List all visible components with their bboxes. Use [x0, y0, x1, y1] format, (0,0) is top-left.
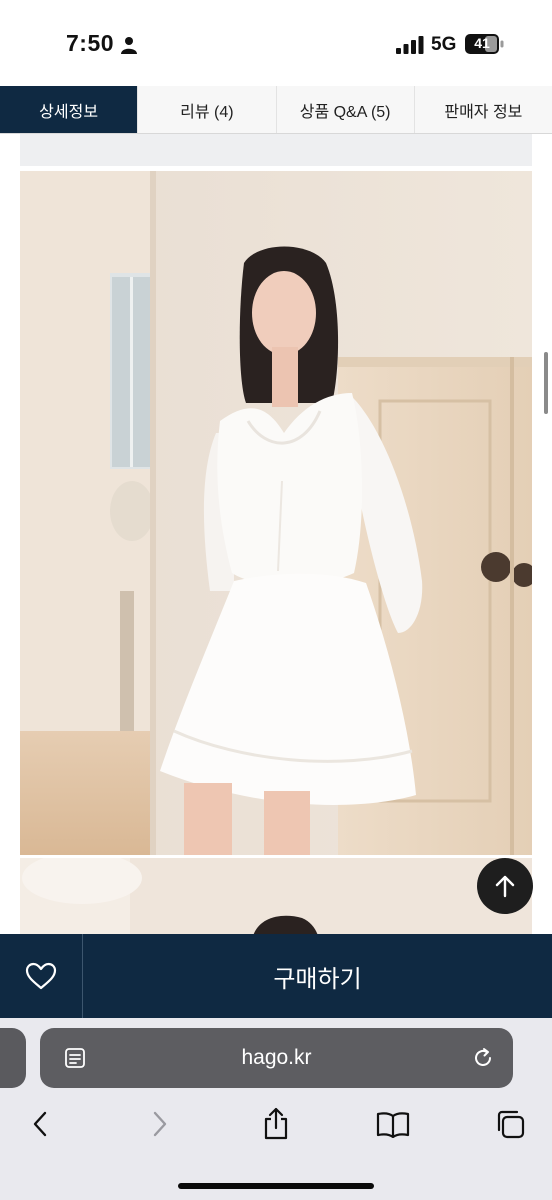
person-icon — [121, 37, 137, 54]
status-time: 7:50 — [66, 30, 115, 56]
previous-image-edge — [20, 134, 532, 166]
bookmarks-button[interactable] — [373, 1104, 413, 1144]
signal-icon — [396, 36, 424, 54]
tabs-icon — [497, 1110, 525, 1139]
forward-button[interactable] — [140, 1104, 180, 1144]
reload-icon[interactable] — [471, 1046, 495, 1070]
tab-product-qa[interactable]: 상품 Q&A (5) — [276, 86, 415, 133]
purchase-bar: 구매하기 — [0, 934, 552, 1018]
forward-icon — [153, 1111, 167, 1137]
home-indicator — [178, 1183, 374, 1189]
share-button[interactable] — [256, 1104, 296, 1144]
tab-reviews[interactable]: 리뷰 (4) — [138, 86, 277, 133]
tab-detail-info[interactable]: 상세정보 — [0, 86, 139, 133]
battery-level: 41 — [474, 35, 490, 51]
bookmarks-icon — [376, 1112, 410, 1138]
scroll-indicator[interactable] — [544, 352, 548, 414]
address-url: hago.kr — [241, 1046, 312, 1069]
share-icon — [264, 1107, 288, 1140]
browser-chrome: hago.kr — [0, 1018, 552, 1200]
product-tab-bar: 상세정보 리뷰 (4) 상품 Q&A (5) 판매자 정보 — [0, 86, 552, 134]
arrow-up-icon — [495, 875, 515, 898]
previous-tab-preview[interactable] — [0, 1028, 26, 1088]
heart-icon — [25, 962, 57, 990]
next-product-photo — [20, 858, 532, 934]
back-button[interactable] — [20, 1104, 60, 1144]
back-icon — [33, 1111, 47, 1137]
network-type: 5G — [431, 34, 457, 55]
address-bar[interactable]: hago.kr — [40, 1028, 513, 1088]
browser-toolbar — [0, 1104, 552, 1152]
status-bar: 7:50 5G 41 — [0, 0, 552, 86]
scroll-to-top-button[interactable] — [477, 858, 533, 914]
product-detail-content[interactable] — [0, 134, 552, 934]
tab-seller-info[interactable]: 판매자 정보 — [414, 86, 552, 133]
tabs-button[interactable] — [490, 1104, 530, 1144]
wishlist-button[interactable] — [0, 934, 83, 1018]
product-photo — [20, 171, 532, 855]
buy-button[interactable]: 구매하기 — [83, 934, 552, 1018]
